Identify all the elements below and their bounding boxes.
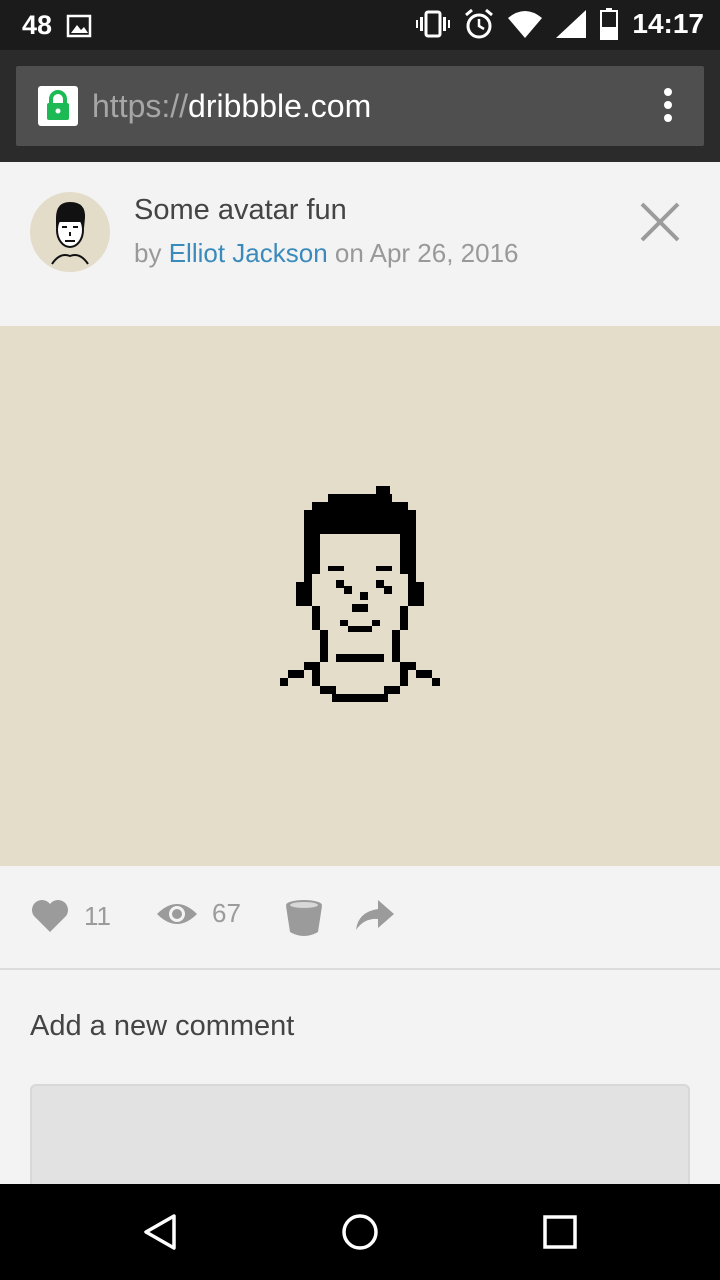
navigation-bar — [0, 1184, 720, 1280]
vibrate-icon — [416, 9, 451, 39]
pixel-avatar-illustration — [280, 486, 440, 702]
likes-stat[interactable]: 11 — [30, 898, 111, 934]
url-scheme: https:// — [92, 88, 189, 124]
close-button[interactable] — [636, 198, 684, 246]
bucket-button[interactable] — [284, 898, 324, 938]
shot-title: Some avatar fun — [134, 194, 347, 226]
shot-date: Apr 26, 2016 — [369, 238, 519, 268]
by-label: by — [134, 238, 162, 268]
on-label: on — [334, 238, 364, 268]
comment-heading: Add a new comment — [30, 1010, 295, 1042]
status-bar: 48 14:17 — [0, 0, 720, 50]
back-button[interactable] — [140, 1212, 180, 1252]
url-bar[interactable]: https://dribbble.com — [16, 66, 704, 146]
status-bar-left: 48 — [22, 10, 92, 41]
lock-icon[interactable] — [38, 86, 78, 126]
alarm-icon — [464, 8, 494, 40]
home-icon — [342, 1214, 378, 1250]
views-stat: 67 — [156, 898, 241, 929]
bucket-icon — [286, 900, 322, 936]
comment-textarea[interactable] — [30, 1084, 690, 1194]
shot-stats: 11 67 — [0, 866, 720, 970]
browser-toolbar: https://dribbble.com — [0, 50, 720, 162]
share-icon — [356, 900, 394, 930]
wifi-icon — [508, 10, 543, 38]
battery-icon — [600, 8, 619, 40]
heart-icon — [32, 900, 68, 932]
avatar[interactable] — [30, 192, 110, 272]
recents-icon — [543, 1215, 577, 1249]
eye-icon — [157, 903, 197, 924]
url-host: dribbble.com — [188, 88, 372, 124]
signal-icon — [556, 10, 587, 38]
recents-button[interactable] — [540, 1212, 580, 1252]
notification-count: 48 — [22, 10, 53, 40]
image-icon — [66, 14, 92, 38]
views-count: 67 — [212, 898, 241, 928]
shot-image[interactable] — [0, 326, 720, 866]
home-button[interactable] — [340, 1212, 380, 1252]
back-icon — [144, 1214, 176, 1250]
likes-count: 11 — [84, 900, 111, 931]
shot-byline: by Elliot Jackson on Apr 26, 2016 — [134, 238, 519, 269]
clock: 14:17 — [632, 8, 704, 39]
close-icon — [640, 202, 680, 242]
status-bar-right: 14:17 — [416, 8, 704, 40]
author-link[interactable]: Elliot Jackson — [169, 238, 328, 268]
overflow-menu-icon[interactable] — [664, 88, 674, 124]
share-button[interactable] — [354, 898, 396, 932]
shot-header: Some avatar fun by Elliot Jackson on Apr… — [0, 162, 720, 326]
url-text[interactable]: https://dribbble.com — [92, 86, 371, 126]
